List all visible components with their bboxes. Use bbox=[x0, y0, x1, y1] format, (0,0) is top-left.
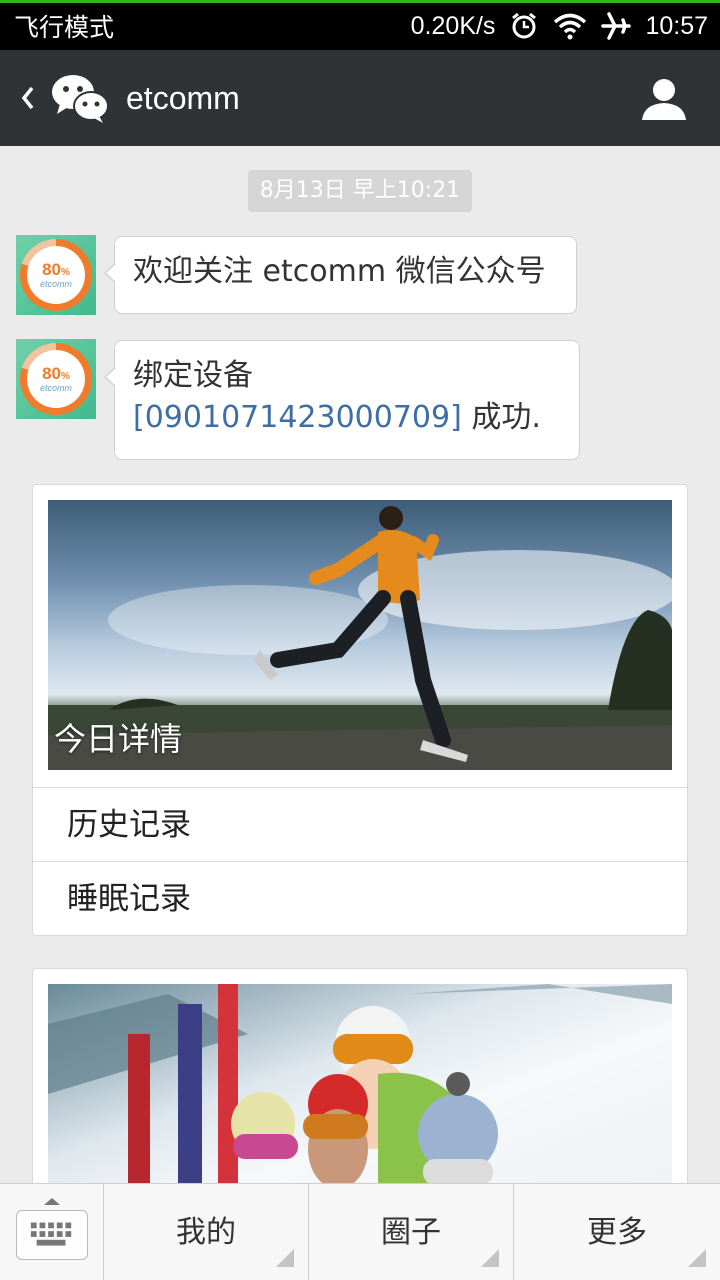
bottom-menu-bar: 我的 圈子 更多 bbox=[0, 1183, 720, 1280]
submenu-corner-icon bbox=[481, 1249, 499, 1267]
network-speed: 0.20K/s bbox=[410, 11, 496, 40]
wechat-icon bbox=[52, 75, 109, 123]
chevron-up-icon bbox=[44, 1198, 60, 1205]
history-record-item[interactable]: 历史记录 bbox=[33, 787, 687, 861]
chat-title: etcomm bbox=[126, 80, 240, 116]
back-icon[interactable] bbox=[18, 82, 40, 114]
keyboard-icon bbox=[16, 1210, 88, 1260]
message-timestamp: 8月13日 早上10:21 bbox=[248, 170, 472, 212]
article-card bbox=[32, 968, 688, 1198]
menu-circle[interactable]: 圈子 bbox=[309, 1184, 514, 1280]
menu-my[interactable]: 我的 bbox=[104, 1184, 309, 1280]
chat-header: etcomm bbox=[0, 50, 720, 146]
avatar[interactable]: 80% etcomm bbox=[16, 339, 96, 419]
article-card: 今日详情 历史记录 睡眠记录 bbox=[32, 484, 688, 936]
keyboard-toggle-button[interactable] bbox=[0, 1184, 104, 1280]
avatar[interactable]: 80% etcomm bbox=[16, 235, 96, 315]
skiers-image bbox=[48, 984, 672, 1197]
today-details-cover[interactable]: 今日详情 bbox=[48, 500, 672, 770]
airplane-icon bbox=[601, 12, 632, 40]
menu-more[interactable]: 更多 bbox=[514, 1184, 720, 1280]
sleep-record-item[interactable]: 睡眠记录 bbox=[33, 861, 687, 935]
submenu-corner-icon bbox=[688, 1249, 706, 1267]
status-accent-line bbox=[0, 0, 720, 3]
message-text: 欢迎关注 etcomm 微信公众号 bbox=[133, 254, 546, 289]
message-text-line1: 绑定设备 bbox=[133, 358, 253, 393]
airplane-mode-label: 飞行模式 bbox=[14, 13, 115, 42]
submenu-corner-icon bbox=[276, 1249, 294, 1267]
cover-caption: 今日详情 bbox=[54, 720, 183, 758]
status-indicators: 0.20K/s 10:57 bbox=[411, 6, 708, 46]
status-bar: 飞行模式 0.20K/s 10:57 bbox=[0, 0, 720, 50]
device-id-link[interactable]: [0901071423000709] bbox=[133, 400, 462, 435]
profile-icon[interactable] bbox=[640, 78, 688, 122]
wifi-icon bbox=[554, 13, 587, 40]
alarm-icon bbox=[512, 12, 537, 39]
message-bubble[interactable]: 绑定设备 [0901071423000709] 成功. bbox=[104, 340, 580, 460]
message-text-line2: [0901071423000709] 成功. bbox=[133, 400, 541, 435]
clock: 10:57 bbox=[645, 11, 708, 40]
message-bubble[interactable]: 欢迎关注 etcomm 微信公众号 bbox=[104, 236, 577, 314]
ski-cover[interactable] bbox=[48, 984, 672, 1197]
